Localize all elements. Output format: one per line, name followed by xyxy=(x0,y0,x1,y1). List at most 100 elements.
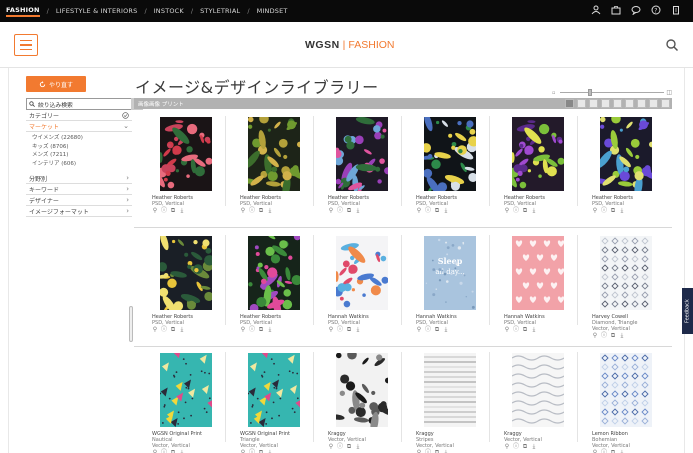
result-card[interactable]: Heather Roberts PSD, Vertical ⚲ ⓘ ⧉ ⤓ xyxy=(138,110,226,228)
market-option-kids[interactable]: キッズ (8706) xyxy=(32,143,126,152)
print-thumbnail[interactable] xyxy=(424,353,476,427)
info-icon[interactable]: ⓘ xyxy=(337,208,343,214)
hamburger-icon[interactable] xyxy=(14,34,38,56)
zoom-icon[interactable]: ⚲ xyxy=(592,208,598,214)
nav-mindset[interactable]: MINDSET xyxy=(257,7,288,15)
zoom-icon[interactable]: ⚲ xyxy=(416,327,422,333)
print-thumbnail[interactable] xyxy=(512,236,564,310)
result-card[interactable]: Harvey Cowell Diamond, Triangle Vector, … xyxy=(578,229,666,347)
zoom-icon[interactable]: ⚲ xyxy=(152,327,158,333)
result-card[interactable]: Heather Roberts PSD, Vertical ⚲ ⓘ ⧉ ⤓ xyxy=(490,110,578,228)
zoom-icon[interactable]: ⚲ xyxy=(592,333,598,339)
result-card[interactable]: WGSN Original Print Nautical Vector, Ver… xyxy=(138,346,226,453)
grid-view-icon[interactable] xyxy=(577,99,586,108)
info-icon[interactable]: ⓘ xyxy=(161,327,167,333)
filter-image-format[interactable]: イメージフォーマット › xyxy=(26,206,132,217)
info-icon[interactable]: ⓘ xyxy=(513,444,519,450)
search-icon[interactable] xyxy=(665,37,679,52)
board-icon[interactable]: ⧉ xyxy=(610,208,616,214)
user-icon[interactable] xyxy=(589,3,603,17)
market-option-mens[interactable]: メンズ (7211) xyxy=(32,151,126,160)
market-option-interior[interactable]: インテリア (606) xyxy=(32,160,126,169)
info-icon[interactable]: ⓘ xyxy=(425,208,431,214)
result-card[interactable]: Kraggy Vector, Vertical ⚲ ⓘ ⧉ ⤓ xyxy=(314,346,402,453)
result-card[interactable]: Kraggy Vector, Vertical ⚲ ⓘ ⧉ ⤓ xyxy=(490,346,578,453)
result-card[interactable]: Kraggy Stripes Vector, Vertical ⚲ ⓘ ⧉ ⤓ xyxy=(402,346,490,453)
download-icon[interactable]: ⤓ xyxy=(619,333,625,339)
info-icon[interactable]: ⓘ xyxy=(337,327,343,333)
feedback-tab[interactable]: Feedback xyxy=(682,288,693,334)
market-option-womens[interactable]: ウイメンズ (22680) xyxy=(32,134,126,143)
filter-category[interactable]: カテゴリー xyxy=(26,110,132,121)
chat-icon[interactable] xyxy=(629,3,643,17)
download-icon[interactable]: ⤓ xyxy=(531,208,537,214)
result-card[interactable]: WGSN Original Print Triangle Vector, Ver… xyxy=(226,346,314,453)
board-icon[interactable]: ⧉ xyxy=(346,327,352,333)
download-icon[interactable]: ⤓ xyxy=(355,208,361,214)
board-icon[interactable]: ⧉ xyxy=(170,327,176,333)
result-card[interactable]: Heather Roberts PSD, Vertical ⚲ ⓘ ⧉ ⤓ xyxy=(226,229,314,347)
download-icon[interactable]: ⤓ xyxy=(267,208,273,214)
clipboard-icon[interactable] xyxy=(669,3,683,17)
copy-icon[interactable] xyxy=(601,99,610,108)
download-icon[interactable]: ⤓ xyxy=(179,327,185,333)
info-icon[interactable]: ⓘ xyxy=(601,208,607,214)
filter-market[interactable]: マーケット ⌄ xyxy=(26,121,132,132)
zoom-icon[interactable]: ⚲ xyxy=(416,208,422,214)
board-icon[interactable]: ⧉ xyxy=(258,327,264,333)
board-icon[interactable]: ⧉ xyxy=(522,444,528,450)
board-icon[interactable]: ⧉ xyxy=(610,333,616,339)
briefcase-icon[interactable] xyxy=(609,3,623,17)
list-view-icon[interactable] xyxy=(565,99,574,108)
help-icon[interactable]: ? xyxy=(649,3,663,17)
zoom-slider-knob[interactable] xyxy=(588,89,592,96)
board-icon[interactable]: ⧉ xyxy=(170,208,176,214)
result-card[interactable]: Heather Roberts PSD, Vertical ⚲ ⓘ ⧉ ⤓ xyxy=(314,110,402,228)
filter-keyword[interactable]: キーワード › xyxy=(26,184,132,195)
info-icon[interactable]: ⓘ xyxy=(601,333,607,339)
nav-lifestyle-interiors[interactable]: LIFESTYLE & INTERIORS xyxy=(56,7,138,15)
reset-button[interactable]: やり直す xyxy=(26,76,86,92)
info-icon[interactable]: ⓘ xyxy=(513,327,519,333)
info-icon[interactable]: ⓘ xyxy=(513,208,519,214)
zoom-icon[interactable]: ⚲ xyxy=(240,327,246,333)
zoom-slider[interactable]: ▫ ◫ xyxy=(552,89,672,96)
zoom-icon[interactable]: ⚲ xyxy=(328,327,334,333)
nav-styletrial[interactable]: STYLETRIAL xyxy=(200,7,240,15)
resize-icon[interactable] xyxy=(613,99,622,108)
download-icon[interactable]: ⤓ xyxy=(355,327,361,333)
print-thumbnail[interactable] xyxy=(600,117,652,191)
download-icon[interactable]: ⤓ xyxy=(443,208,449,214)
zoom-icon[interactable]: ⚲ xyxy=(504,444,510,450)
info-icon[interactable]: ⓘ xyxy=(249,208,255,214)
result-card[interactable]: Heather Roberts PSD, Vertical ⚲ ⓘ ⧉ ⤓ xyxy=(138,229,226,347)
info-icon[interactable]: ⓘ xyxy=(161,208,167,214)
zoom-icon[interactable]: ⚲ xyxy=(152,208,158,214)
result-card[interactable]: Heather Roberts PSD, Vertical ⚲ ⓘ ⧉ ⤓ xyxy=(578,110,666,228)
print-thumbnail[interactable] xyxy=(248,353,300,427)
board-icon[interactable]: ⧉ xyxy=(522,327,528,333)
nav-instock[interactable]: INSTOCK xyxy=(154,7,184,15)
print-thumbnail[interactable] xyxy=(248,117,300,191)
print-thumbnail[interactable] xyxy=(336,353,388,427)
zoom-icon[interactable]: ⚲ xyxy=(504,327,510,333)
print-thumbnail[interactable] xyxy=(160,236,212,310)
print-thumbnail[interactable] xyxy=(600,236,652,310)
print-thumbnail[interactable] xyxy=(160,353,212,427)
download-icon[interactable]: ⤓ xyxy=(443,327,449,333)
zoom-icon[interactable]: ⚲ xyxy=(240,208,246,214)
download-icon[interactable]: ⤓ xyxy=(531,444,537,450)
sidebar-drag-handle[interactable] xyxy=(129,306,133,342)
board-icon[interactable] xyxy=(625,99,634,108)
print-thumbnail[interactable] xyxy=(424,117,476,191)
nav-fashion[interactable]: FASHION xyxy=(6,6,40,17)
save-icon[interactable] xyxy=(649,99,658,108)
download-icon[interactable] xyxy=(637,99,646,108)
print-thumbnail[interactable]: Sleep all day... xyxy=(424,236,476,310)
download-icon[interactable]: ⤓ xyxy=(179,208,185,214)
board-icon[interactable]: ⧉ xyxy=(346,444,352,450)
filter-search[interactable]: 絞り込み検索 xyxy=(26,98,143,110)
document-icon[interactable] xyxy=(589,99,598,108)
download-icon[interactable]: ⤓ xyxy=(355,444,361,450)
print-thumbnail[interactable] xyxy=(248,236,300,310)
